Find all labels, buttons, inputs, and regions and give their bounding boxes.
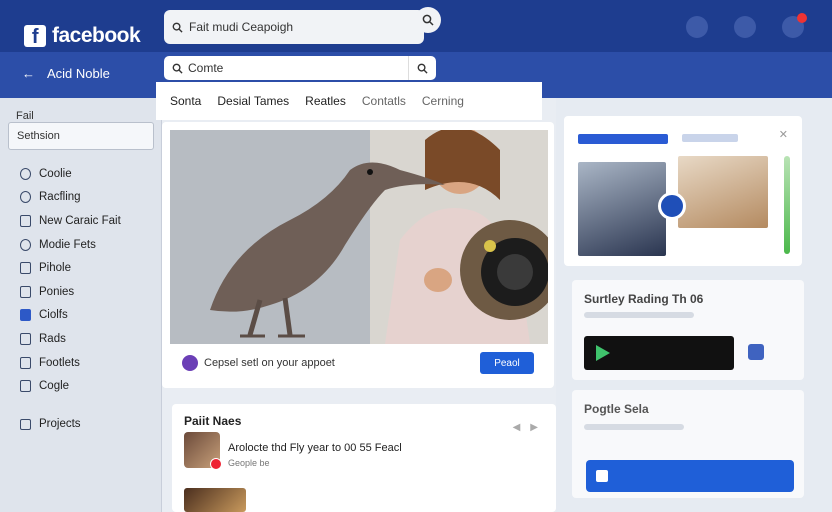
sidebar-item[interactable]: Ciolfs [20, 304, 121, 328]
circle-icon [20, 191, 31, 204]
feed-item[interactable]: Arolocte thd Fly year to 00 55 Feacl Geo… [184, 432, 402, 470]
feed-item-subtitle: Geople be [228, 458, 270, 468]
tab-item[interactable]: Desial Tames [217, 94, 289, 108]
sidebar-list: Coolie Racfling New Caraic Fait Modie Fe… [20, 162, 121, 398]
video-thumbnail[interactable] [578, 162, 666, 256]
app-store-button[interactable] [584, 336, 734, 370]
promo-card-title: Pogtle Sela [584, 402, 649, 416]
sidebar-item-label: Racfling [39, 191, 81, 204]
back-link[interactable]: ← Acid Noble [22, 66, 110, 81]
circle-icon [20, 167, 31, 180]
tab-item[interactable]: Sonta [170, 94, 201, 108]
back-label: Acid Noble [47, 66, 110, 81]
feed-item-text: Arolocte thd Fly year to 00 55 Feacl Geo… [228, 432, 402, 468]
sidebar-item[interactable]: Pihole [20, 256, 121, 280]
page-icon [20, 332, 31, 345]
video-card-subtag [682, 134, 738, 142]
tab-item[interactable]: Reatles [305, 94, 346, 108]
post-footer: Cepsel setl on your appoet Peaol [182, 352, 534, 374]
tab-bar: Sonta Desial Tames Reatles Contatls Cern… [156, 82, 542, 120]
sidebar-item[interactable]: Coolie [20, 162, 121, 186]
prev-arrow-icon[interactable]: ◀ [513, 422, 521, 433]
tab-item[interactable]: Cerning [422, 94, 464, 108]
page-icon [20, 285, 31, 298]
secondary-search-text: Comte [188, 61, 224, 75]
promo-action-button[interactable] [586, 460, 794, 492]
facebook-f-icon: f [24, 25, 46, 47]
video-thumbnail[interactable] [678, 156, 768, 228]
feed-card-nav: ◀ ▶ [513, 422, 538, 433]
notifications-icon[interactable] [686, 16, 708, 38]
alerts-icon[interactable] [782, 13, 807, 38]
top-search-text: Fait mudi Ceapoigh [189, 20, 294, 34]
back-arrow-icon: ← [22, 66, 35, 81]
sidebar-item-label: Ponies [39, 285, 75, 298]
feed-item-title: Arolocte thd Fly year to 00 55 Feacl [228, 442, 402, 454]
top-icon-group [686, 13, 807, 38]
sidebar-item[interactable]: Footlets [20, 351, 121, 375]
sidebar-input[interactable]: Sethsion [8, 122, 154, 150]
sidebar-item-projects[interactable]: Projects [20, 418, 81, 430]
search-icon [422, 14, 434, 26]
video-card-tag [578, 134, 668, 144]
top-search-button[interactable] [415, 7, 441, 33]
next-arrow-icon[interactable]: ▶ [530, 422, 538, 433]
brand-name: facebook [52, 24, 141, 47]
page-icon [20, 356, 31, 369]
sidebar-item[interactable]: Rads [20, 327, 121, 351]
progress-bar [784, 156, 790, 254]
post-action-button[interactable]: Peaol [480, 352, 534, 374]
feed-card: Paiit Naes ◀ ▶ Arolocte thd Fly year to … [172, 404, 556, 512]
promo-card: Pogtle Sela [572, 390, 804, 498]
settings-icon[interactable] [734, 16, 756, 38]
sidebar-item-label: Footlets [39, 356, 80, 369]
post-photo-illustration [170, 130, 548, 344]
left-sidebar: Fail Sethsion Coolie Racfling New Caraic… [0, 98, 162, 512]
page-avatar-icon [182, 355, 198, 371]
post-footer-text: Cepsel setl on your appoet [204, 357, 335, 369]
search-icon [172, 63, 183, 74]
facebook-logo[interactable]: f facebook [24, 24, 141, 48]
circle-icon [20, 238, 31, 251]
sidebar-item[interactable]: Cogle [20, 374, 121, 398]
search-icon [417, 63, 428, 74]
sidebar-item-label: Cogle [39, 380, 70, 393]
notification-badge [797, 13, 807, 23]
sidebar-item-label: Rads [39, 332, 66, 345]
suggestion-card-title: Surtley Rading Th 06 [584, 292, 704, 306]
sidebar-item[interactable]: New Caraic Fait [20, 209, 121, 233]
square-fill-icon [20, 309, 31, 322]
sidebar-item-label: Modie Fets [39, 238, 96, 251]
sidebar-item-label: Pihole [39, 262, 71, 275]
feed-item-thumbnail[interactable] [184, 488, 246, 512]
sidebar-item-label: New Caraic Fait [39, 214, 121, 227]
feed-item-thumbnail [184, 432, 222, 470]
sidebar-item[interactable]: Racfling [20, 186, 121, 210]
search-icon [172, 22, 183, 33]
post-photo[interactable] [170, 130, 548, 344]
sidebar-item-label: Projects [39, 418, 81, 430]
feed-card-title: Paiit Naes [184, 414, 242, 428]
sidebar-item[interactable]: Modie Fets [20, 233, 121, 257]
post-card: Cepsel setl on your appoet Peaol [162, 122, 554, 388]
secondary-search-button[interactable] [408, 56, 436, 80]
play-icon[interactable] [658, 192, 686, 220]
sidebar-item-label: Coolie [39, 167, 72, 180]
page-icon [20, 262, 31, 275]
suggestion-card: Surtley Rading Th 06 [572, 280, 804, 380]
sidebar-heading: Fail [16, 110, 34, 122]
app-icon[interactable] [748, 344, 764, 360]
top-search-input[interactable]: Fait mudi Ceapoigh [164, 10, 424, 44]
box-icon [20, 214, 31, 227]
secondary-search-input[interactable]: Comte [164, 56, 436, 80]
video-card: ✕ [564, 116, 802, 266]
suggestion-card-subtitle [584, 312, 694, 318]
projects-icon [20, 418, 31, 430]
page-icon [20, 380, 31, 393]
promo-card-subtitle [584, 424, 684, 430]
close-icon[interactable]: ✕ [779, 128, 788, 141]
sidebar-item-label: Ciolfs [39, 309, 68, 322]
sidebar-item[interactable]: Ponies [20, 280, 121, 304]
tab-item[interactable]: Contatls [362, 94, 406, 108]
